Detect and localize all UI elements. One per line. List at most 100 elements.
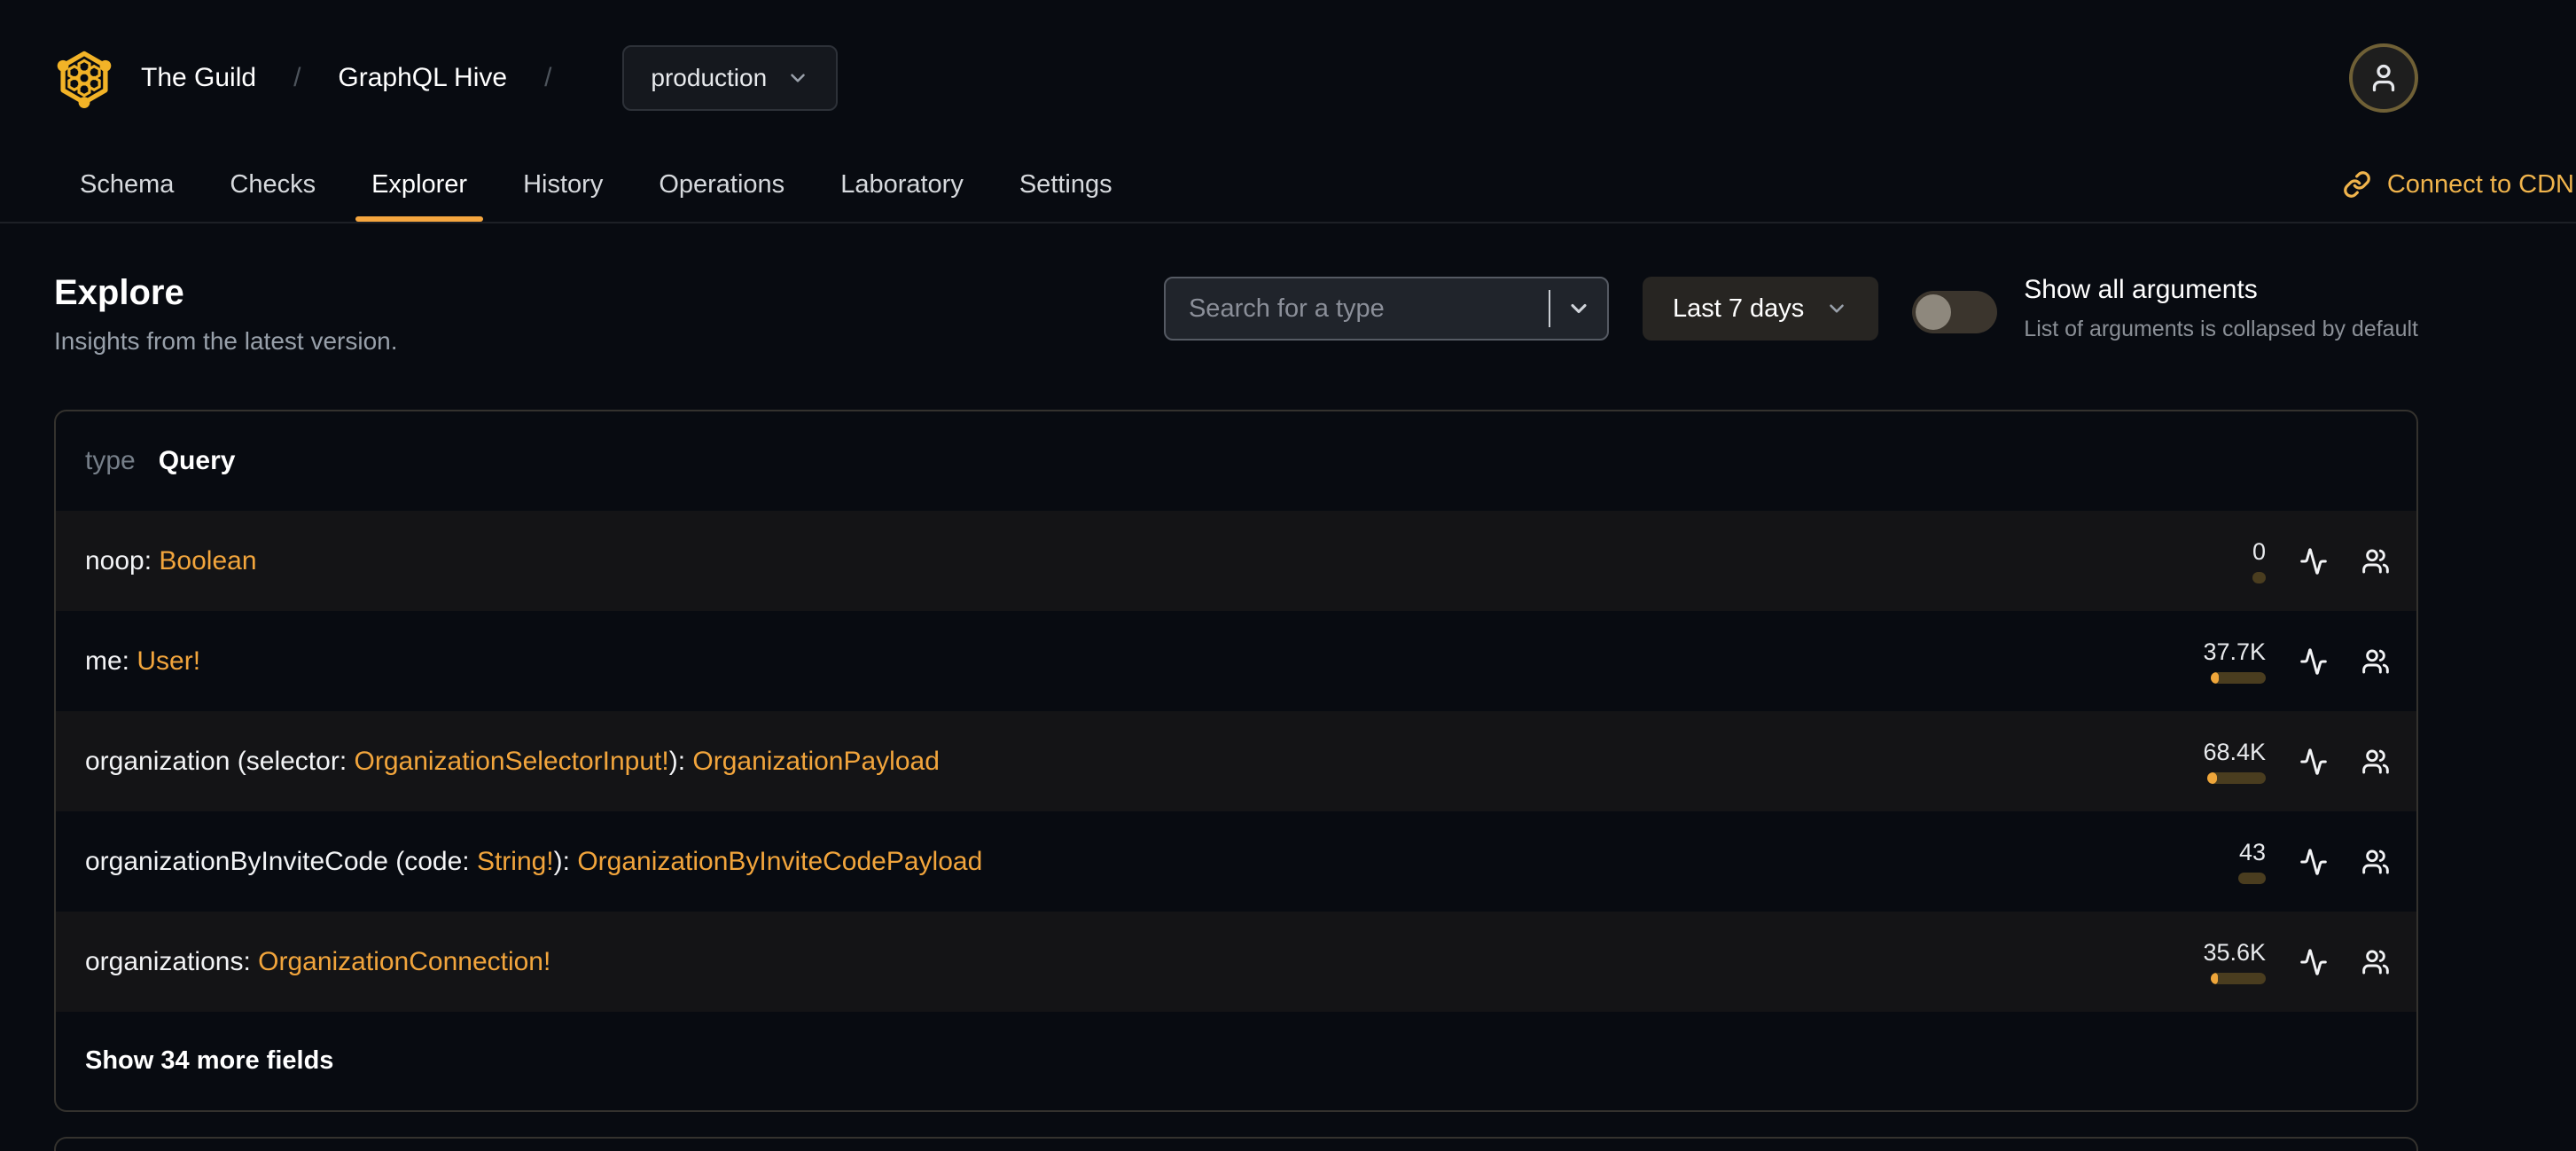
tab-laboratory[interactable]: Laboratory <box>840 147 964 222</box>
type-reference-link[interactable]: Boolean <box>159 546 256 576</box>
user-menu-button[interactable] <box>2349 43 2418 113</box>
usage-count: 37.7K <box>2203 638 2266 665</box>
activity-icon <box>2300 547 2327 575</box>
chevron-down-icon <box>1571 303 1587 314</box>
field-row-organizations: organizations: OrganizationConnection! 35… <box>56 912 2416 1012</box>
usage-count: 43 <box>2238 839 2266 865</box>
usage-clients-button[interactable] <box>2361 748 2390 776</box>
field-text-segment: organizationByInviteCode (code: <box>85 846 477 876</box>
breadcrumb-separator: / <box>293 63 301 92</box>
breadcrumb-project[interactable]: GraphQL Hive <box>338 63 507 93</box>
usage-clients-button[interactable] <box>2361 848 2390 876</box>
toggle-label: Show all arguments <box>2024 275 2258 304</box>
field-text-segment: organization (selector: <box>85 746 355 776</box>
type-reference-link[interactable]: OrganizationSelectorInput! <box>355 747 669 776</box>
usage-clients-button[interactable] <box>2361 647 2390 676</box>
users-icon <box>2362 549 2389 573</box>
breadcrumb-separator: / <box>544 63 552 92</box>
connect-to-cdn-link[interactable]: Connect to CDN <box>2343 170 2574 200</box>
tab-settings[interactable]: Settings <box>1019 147 1112 222</box>
field-metrics: 43 <box>2207 839 2390 884</box>
tab-history[interactable]: History <box>523 147 603 222</box>
arguments-toggle-group: Show all arguments List of arguments is … <box>1912 275 2418 342</box>
type-reference-link[interactable]: OrganizationByInviteCodePayload <box>577 847 982 876</box>
usage-count: 0 <box>2252 538 2266 565</box>
type-reference-link[interactable]: String! <box>477 847 554 876</box>
field-text-segment: ): <box>668 746 693 776</box>
users-icon <box>2362 749 2389 773</box>
users-icon <box>2362 649 2389 673</box>
field-signature: organizations: OrganizationConnection! <box>85 947 2207 977</box>
field-text-segment: noop: <box>85 545 160 576</box>
usage-count: 35.6K <box>2203 939 2266 966</box>
type-name[interactable]: Query <box>159 446 236 476</box>
type-card-query: type Query noop: Boolean 0 me: User! 37.7K o… <box>54 410 2418 1112</box>
field-metrics: 0 <box>2207 538 2390 583</box>
field-metrics: 35.6K <box>2203 939 2390 984</box>
tab-checks[interactable]: Checks <box>230 147 316 222</box>
search-dropdown-button[interactable] <box>1550 296 1607 321</box>
type-card-header: type Query <box>56 411 2416 511</box>
usage-count: 68.4K <box>2203 739 2266 765</box>
usage-bar <box>2252 572 2266 583</box>
usage-activity-button[interactable] <box>2299 647 2328 676</box>
field-text-segment: ): <box>553 846 578 876</box>
usage-activity-button[interactable] <box>2299 848 2328 876</box>
link-icon <box>2344 171 2370 198</box>
user-icon <box>2372 64 2395 92</box>
show-all-arguments-toggle[interactable] <box>1912 291 1998 333</box>
app-header: The Guild / GraphQL Hive / production <box>54 0 2418 147</box>
breadcrumb: The Guild / GraphQL Hive / <box>141 63 589 93</box>
field-row-organizationByInviteCode: organizationByInviteCode (code: String!)… <box>56 811 2416 912</box>
toggle-knob <box>1916 294 1952 330</box>
users-icon <box>2362 950 2389 974</box>
tab-operations[interactable]: Operations <box>659 147 785 222</box>
period-value: Last 7 days <box>1672 294 1805 323</box>
activity-icon <box>2300 647 2327 675</box>
usage-stat: 68.4K <box>2203 739 2266 784</box>
usage-activity-button[interactable] <box>2299 748 2328 776</box>
usage-bar <box>2207 772 2266 784</box>
breadcrumb-org[interactable]: The Guild <box>141 63 256 93</box>
type-search-input[interactable] <box>1165 278 1549 339</box>
usage-bar <box>2211 672 2266 684</box>
type-card-rows: noop: Boolean 0 me: User! 37.7K organization… <box>56 511 2416 1012</box>
usage-clients-button[interactable] <box>2361 948 2390 976</box>
usage-clients-button[interactable] <box>2361 547 2390 576</box>
show-more-row: Show 34 more fields <box>56 1012 2416 1110</box>
usage-activity-button[interactable] <box>2299 547 2328 576</box>
chevron-down-icon <box>1830 304 1845 313</box>
field-signature: noop: Boolean <box>85 546 2207 576</box>
show-more-fields-button[interactable]: Show 34 more fields <box>85 1046 333 1076</box>
usage-bar-fill <box>2211 973 2218 984</box>
field-signature: organization (selector: OrganizationSele… <box>85 747 2207 777</box>
tab-schema[interactable]: Schema <box>80 147 174 222</box>
usage-bar <box>2211 973 2266 984</box>
field-signature: me: User! <box>85 646 2207 677</box>
usage-bar <box>2238 873 2266 884</box>
tabs-list: Schema Checks Explorer History Operations Lab… <box>54 147 1112 222</box>
target-selector-dropdown[interactable]: production <box>622 45 839 111</box>
field-text-segment: organizations: <box>85 946 259 976</box>
type-kind-label: type <box>85 446 136 475</box>
users-icon <box>2362 850 2389 873</box>
usage-stat: 43 <box>2207 839 2266 884</box>
field-text-segment: me: <box>85 646 137 676</box>
tab-explorer[interactable]: Explorer <box>355 147 484 222</box>
type-reference-link[interactable]: User! <box>137 646 200 676</box>
tab-bar: Schema Checks Explorer History Operations Lab… <box>0 147 2576 223</box>
type-search-combobox[interactable] <box>1163 277 1609 341</box>
field-signature: organizationByInviteCode (code: String!)… <box>85 847 2207 877</box>
chevron-down-icon <box>791 74 805 82</box>
type-reference-link[interactable]: OrganizationConnection! <box>258 947 550 976</box>
field-row-me: me: User! 37.7K <box>56 611 2416 711</box>
hive-logo-icon[interactable] <box>54 48 114 108</box>
activity-icon <box>2300 948 2327 975</box>
usage-activity-button[interactable] <box>2299 948 2328 976</box>
usage-stat: 0 <box>2207 538 2266 583</box>
next-type-card-partial <box>54 1137 2418 1151</box>
type-reference-link[interactable]: OrganizationPayload <box>692 747 940 776</box>
connect-to-cdn-label: Connect to CDN <box>2386 169 2574 199</box>
period-dropdown[interactable]: Last 7 days <box>1642 277 1879 341</box>
usage-bar-fill <box>2207 772 2217 784</box>
